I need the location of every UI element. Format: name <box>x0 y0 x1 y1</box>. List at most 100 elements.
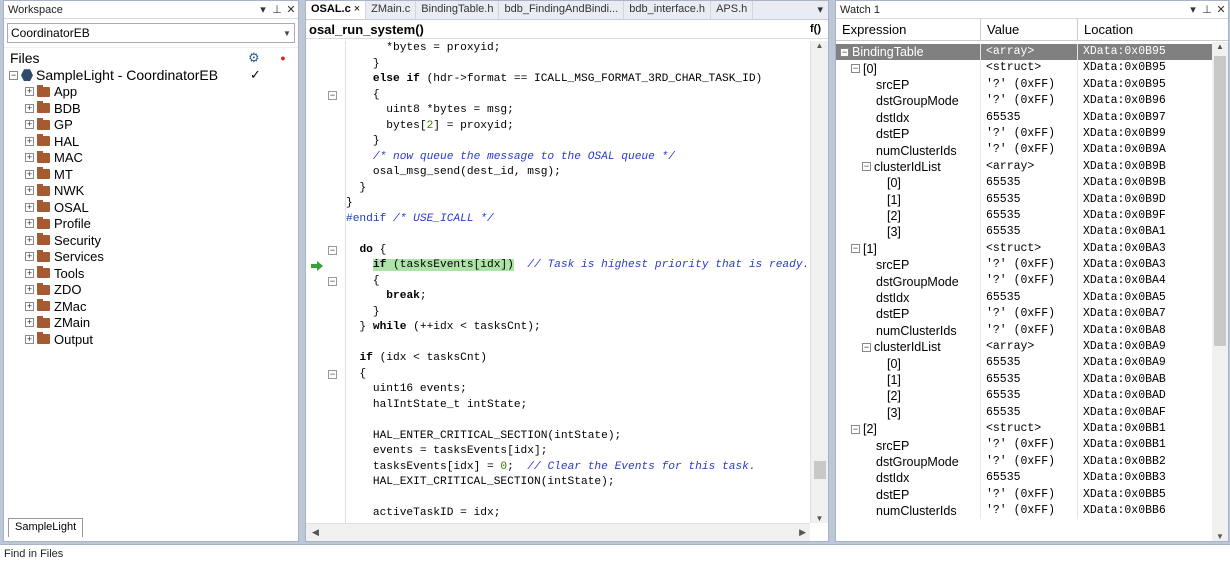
expand-icon[interactable]: + <box>25 301 34 311</box>
collapse-icon[interactable]: − <box>9 70 18 80</box>
watch-row[interactable]: srcEP '?' (0xFF) XData:0x0B95 <box>836 76 1212 94</box>
dropdown-icon[interactable]: ▾ <box>256 3 270 16</box>
expand-icon[interactable]: + <box>25 136 34 146</box>
pin-icon[interactable]: ⊥ <box>270 3 284 16</box>
code-line[interactable]: osal_msg_send(dest_id, msg); <box>346 165 810 181</box>
code-line[interactable]: break; <box>346 289 810 305</box>
code-line[interactable]: uint16 events; <box>346 382 810 398</box>
code-line[interactable]: { <box>346 274 810 290</box>
folder-profile[interactable]: + Profile <box>4 216 298 233</box>
tab-3[interactable]: bdb_FindingAndBindi... <box>499 1 625 19</box>
watch-row[interactable]: dstEP '?' (0xFF) XData:0x0B99 <box>836 125 1212 143</box>
folder-mac[interactable]: + MAC <box>4 150 298 167</box>
watch-row[interactable]: numClusterIds '?' (0xFF) XData:0x0B9A <box>836 142 1212 159</box>
horizontal-scrollbar[interactable]: ◀ ▶ <box>306 523 810 541</box>
scroll-thumb[interactable] <box>1214 56 1226 346</box>
red-dot-icon[interactable]: ● <box>268 53 298 63</box>
watch-row[interactable]: [2] 65535 XData:0x0BAD <box>836 388 1212 405</box>
expand-icon[interactable]: + <box>25 120 34 130</box>
watch-value[interactable]: '?' (0xFF) <box>981 322 1078 340</box>
watch-value[interactable]: 65535 <box>981 355 1078 372</box>
code-line[interactable]: } while (++idx < tasksCnt); <box>346 320 810 336</box>
folder-security[interactable]: + Security <box>4 232 298 249</box>
code-line[interactable]: } <box>346 196 810 212</box>
folder-zdo[interactable]: + ZDO <box>4 282 298 299</box>
code-line[interactable]: } <box>346 57 810 73</box>
gear-icon[interactable]: ⚙ <box>248 50 268 66</box>
code-line[interactable]: activeTaskID = idx; <box>346 506 810 522</box>
expand-icon[interactable]: + <box>25 252 34 262</box>
folder-gp[interactable]: + GP <box>4 117 298 134</box>
watch-row[interactable]: [0] 65535 XData:0x0B9B <box>836 175 1212 192</box>
expand-icon[interactable]: + <box>25 318 34 328</box>
watch-value[interactable]: <struct> <box>981 240 1078 258</box>
folder-bdb[interactable]: + BDB <box>4 100 298 117</box>
tab-0[interactable]: OSAL.c × <box>306 1 367 19</box>
watch-row[interactable]: [3] 65535 XData:0x0BAF <box>836 404 1212 421</box>
watch-value[interactable]: '?' (0xFF) <box>981 125 1078 143</box>
code-line[interactable]: { <box>346 88 810 104</box>
watch-value[interactable]: <array> <box>981 339 1078 356</box>
dropdown-icon[interactable]: ▾ <box>1186 3 1200 16</box>
expand-icon[interactable]: + <box>25 153 34 163</box>
collapse-icon[interactable]: − <box>840 47 849 57</box>
watch-row[interactable]: − [2] <struct> XData:0x0BB1 <box>836 420 1212 438</box>
folder-app[interactable]: + App <box>4 84 298 101</box>
scroll-down-icon[interactable]: ▼ <box>1212 532 1228 541</box>
watch-value[interactable]: '?' (0xFF) <box>981 142 1078 159</box>
code-line[interactable]: HAL_EXIT_CRITICAL_SECTION(intState); <box>346 475 810 491</box>
folder-tools[interactable]: + Tools <box>4 265 298 282</box>
code-line[interactable]: events = tasksEvents[idx]; <box>346 444 810 460</box>
tab-4[interactable]: bdb_interface.h <box>624 1 712 19</box>
project-node[interactable]: − SampleLight - CoordinatorEB ✓ <box>4 67 298 84</box>
watch-row[interactable]: − [0] <struct> XData:0x0B95 <box>836 60 1212 77</box>
code-line[interactable]: if (idx < tasksCnt) <box>346 351 810 367</box>
collapse-icon[interactable]: − <box>862 162 871 172</box>
code-line[interactable]: do { <box>346 243 810 259</box>
function-list-icon[interactable]: f() <box>810 23 828 35</box>
tab-list-icon[interactable]: ▾ <box>812 1 828 19</box>
pin-icon[interactable]: ⊥ <box>1200 3 1214 16</box>
watch-value[interactable]: 65535 <box>981 289 1078 307</box>
watch-value[interactable]: <array> <box>981 44 1078 61</box>
code-line[interactable]: } <box>346 134 810 150</box>
code-line[interactable] <box>346 491 810 507</box>
watch-value[interactable]: 65535 <box>981 109 1078 126</box>
watch-row[interactable]: − [1] <struct> XData:0x0BA3 <box>836 240 1212 258</box>
watch-row[interactable]: dstIdx 65535 XData:0x0BB3 <box>836 470 1212 487</box>
watch-row[interactable]: srcEP '?' (0xFF) XData:0x0BA3 <box>836 257 1212 274</box>
watch-row[interactable]: numClusterIds '?' (0xFF) XData:0x0BA8 <box>836 322 1212 340</box>
watch-row[interactable]: dstIdx 65535 XData:0x0BA5 <box>836 289 1212 307</box>
function-name[interactable]: osal_run_system() <box>309 22 810 37</box>
code-line[interactable]: } <box>346 181 810 197</box>
watch-row[interactable]: − clusterIdList <array> XData:0x0BA9 <box>836 339 1212 356</box>
code-line[interactable]: bytes[2] = proxyid; <box>346 119 810 135</box>
col-location[interactable]: Location <box>1078 19 1228 41</box>
expand-icon[interactable]: + <box>25 169 34 179</box>
folder-output[interactable]: + Output <box>4 331 298 348</box>
col-expression[interactable]: Expression <box>836 18 981 41</box>
watch-row[interactable]: − BindingTable <array> XData:0x0B95 <box>836 44 1212 61</box>
watch-value[interactable]: '?' (0xFF) <box>981 273 1078 290</box>
code-line[interactable]: tasksEvents[idx] = 0; // Clear the Event… <box>346 460 810 476</box>
watch-row[interactable]: dstGroupMode '?' (0xFF) XData:0x0BB2 <box>836 453 1212 471</box>
watch-value[interactable]: '?' (0xFF) <box>981 76 1078 94</box>
code-line[interactable]: else if (hdr->format == ICALL_MSG_FORMAT… <box>346 72 810 88</box>
close-icon[interactable]: ✕ <box>284 3 298 16</box>
watch-value[interactable]: '?' (0xFF) <box>981 257 1078 274</box>
watch-row[interactable]: − clusterIdList <array> XData:0x0B9B <box>836 158 1212 176</box>
collapse-icon[interactable]: − <box>851 244 860 254</box>
folder-osal[interactable]: + OSAL <box>4 199 298 216</box>
expand-icon[interactable]: + <box>25 268 34 278</box>
code-text[interactable]: *bytes = proxyid; } else if (hdr->format… <box>346 41 810 522</box>
code-line[interactable]: /* now queue the message to the OSAL que… <box>346 150 810 166</box>
code-line[interactable]: uint8 *bytes = msg; <box>346 103 810 119</box>
code-line[interactable] <box>346 336 810 352</box>
folder-nwk[interactable]: + NWK <box>4 183 298 200</box>
expand-icon[interactable]: + <box>25 334 34 344</box>
folder-mt[interactable]: + MT <box>4 166 298 183</box>
watch-value[interactable]: 65535 <box>981 404 1078 421</box>
fold-icon[interactable]: − <box>328 90 337 100</box>
close-icon[interactable]: × <box>354 3 360 15</box>
scroll-up-icon[interactable]: ▲ <box>811 41 828 50</box>
